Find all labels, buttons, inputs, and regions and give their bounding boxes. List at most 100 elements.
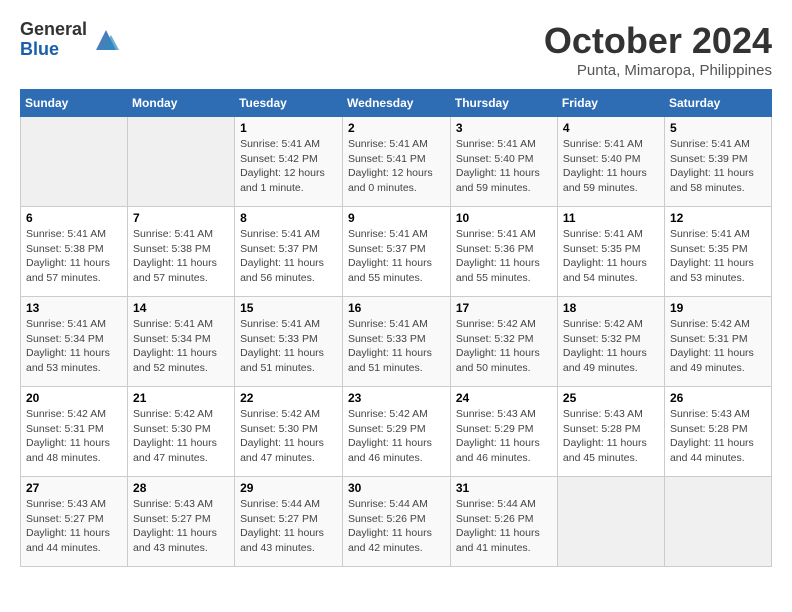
calendar-cell: 1 Sunrise: 5:41 AM Sunset: 5:42 PM Daylig… bbox=[235, 117, 343, 207]
calendar-cell: 29 Sunrise: 5:44 AM Sunset: 5:27 PM Dayli… bbox=[235, 477, 343, 567]
day-number: 26 bbox=[670, 391, 766, 405]
logo-icon bbox=[91, 25, 121, 55]
day-number: 14 bbox=[133, 301, 229, 315]
day-info: Sunrise: 5:41 AM Sunset: 5:35 PM Dayligh… bbox=[670, 227, 766, 286]
day-number: 4 bbox=[563, 121, 659, 135]
calendar-cell: 18 Sunrise: 5:42 AM Sunset: 5:32 PM Dayli… bbox=[557, 297, 664, 387]
calendar-cell: 12Sunrise: 5:41 AM Sunset: 5:35 PM Dayli… bbox=[664, 207, 771, 297]
title-block: October 2024 Punta, Mimaropa, Philippine… bbox=[544, 20, 772, 79]
calendar-cell: 3 Sunrise: 5:41 AM Sunset: 5:40 PM Daylig… bbox=[450, 117, 557, 207]
calendar-cell bbox=[21, 117, 128, 207]
main-title: October 2024 bbox=[544, 20, 772, 62]
calendar-cell: 8 Sunrise: 5:41 AM Sunset: 5:37 PM Daylig… bbox=[235, 207, 343, 297]
day-info: Sunrise: 5:42 AM Sunset: 5:31 PM Dayligh… bbox=[670, 317, 766, 376]
calendar-cell: 5 Sunrise: 5:41 AM Sunset: 5:39 PM Daylig… bbox=[664, 117, 771, 207]
day-number: 21 bbox=[133, 391, 229, 405]
calendar-cell: 14 Sunrise: 5:41 AM Sunset: 5:34 PM Dayli… bbox=[128, 297, 235, 387]
day-number: 11 bbox=[563, 211, 659, 225]
day-number: 25 bbox=[563, 391, 659, 405]
header-friday: Friday bbox=[557, 90, 664, 117]
day-info: Sunrise: 5:41 AM Sunset: 5:38 PM Dayligh… bbox=[133, 227, 229, 286]
day-info: Sunrise: 5:41 AM Sunset: 5:42 PM Dayligh… bbox=[240, 137, 337, 196]
day-number: 1 bbox=[240, 121, 337, 135]
calendar-cell: 19 Sunrise: 5:42 AM Sunset: 5:31 PM Dayli… bbox=[664, 297, 771, 387]
day-number: 24 bbox=[456, 391, 552, 405]
day-number: 28 bbox=[133, 481, 229, 495]
day-number: 18 bbox=[563, 301, 659, 315]
day-info: Sunrise: 5:41 AM Sunset: 5:36 PM Dayligh… bbox=[456, 227, 552, 286]
calendar-cell: 11Sunrise: 5:41 AM Sunset: 5:35 PM Dayli… bbox=[557, 207, 664, 297]
calendar-cell: 9 Sunrise: 5:41 AM Sunset: 5:37 PM Daylig… bbox=[342, 207, 450, 297]
header-sunday: Sunday bbox=[21, 90, 128, 117]
day-info: Sunrise: 5:42 AM Sunset: 5:32 PM Dayligh… bbox=[456, 317, 552, 376]
day-info: Sunrise: 5:43 AM Sunset: 5:28 PM Dayligh… bbox=[670, 407, 766, 466]
calendar-cell: 22 Sunrise: 5:42 AM Sunset: 5:30 PM Dayli… bbox=[235, 387, 343, 477]
day-info: Sunrise: 5:41 AM Sunset: 5:37 PM Dayligh… bbox=[240, 227, 337, 286]
header-thursday: Thursday bbox=[450, 90, 557, 117]
calendar-cell bbox=[128, 117, 235, 207]
calendar-cell: 2 Sunrise: 5:41 AM Sunset: 5:41 PM Daylig… bbox=[342, 117, 450, 207]
day-info: Sunrise: 5:42 AM Sunset: 5:32 PM Dayligh… bbox=[563, 317, 659, 376]
day-info: Sunrise: 5:43 AM Sunset: 5:27 PM Dayligh… bbox=[26, 497, 122, 556]
calendar-week-4: 20Sunrise: 5:42 AM Sunset: 5:31 PM Dayli… bbox=[21, 387, 772, 477]
day-number: 9 bbox=[348, 211, 445, 225]
header-tuesday: Tuesday bbox=[235, 90, 343, 117]
calendar-cell: 20Sunrise: 5:42 AM Sunset: 5:31 PM Dayli… bbox=[21, 387, 128, 477]
calendar-cell: 17Sunrise: 5:42 AM Sunset: 5:32 PM Dayli… bbox=[450, 297, 557, 387]
day-info: Sunrise: 5:44 AM Sunset: 5:26 PM Dayligh… bbox=[456, 497, 552, 556]
day-number: 5 bbox=[670, 121, 766, 135]
calendar-cell: 24 Sunrise: 5:43 AM Sunset: 5:29 PM Dayli… bbox=[450, 387, 557, 477]
day-number: 22 bbox=[240, 391, 337, 405]
day-info: Sunrise: 5:41 AM Sunset: 5:34 PM Dayligh… bbox=[133, 317, 229, 376]
calendar-header-row: SundayMondayTuesdayWednesdayThursdayFrid… bbox=[21, 90, 772, 117]
day-info: Sunrise: 5:43 AM Sunset: 5:27 PM Dayligh… bbox=[133, 497, 229, 556]
day-info: Sunrise: 5:41 AM Sunset: 5:41 PM Dayligh… bbox=[348, 137, 445, 196]
day-number: 7 bbox=[133, 211, 229, 225]
calendar-cell: 15Sunrise: 5:41 AM Sunset: 5:33 PM Dayli… bbox=[235, 297, 343, 387]
calendar-cell: 16Sunrise: 5:41 AM Sunset: 5:33 PM Dayli… bbox=[342, 297, 450, 387]
calendar-cell: 25Sunrise: 5:43 AM Sunset: 5:28 PM Dayli… bbox=[557, 387, 664, 477]
header-wednesday: Wednesday bbox=[342, 90, 450, 117]
calendar-table: SundayMondayTuesdayWednesdayThursdayFrid… bbox=[20, 89, 772, 567]
day-info: Sunrise: 5:41 AM Sunset: 5:40 PM Dayligh… bbox=[456, 137, 552, 196]
day-number: 30 bbox=[348, 481, 445, 495]
calendar-cell: 28 Sunrise: 5:43 AM Sunset: 5:27 PM Dayli… bbox=[128, 477, 235, 567]
day-info: Sunrise: 5:42 AM Sunset: 5:29 PM Dayligh… bbox=[348, 407, 445, 466]
calendar-cell: 27 Sunrise: 5:43 AM Sunset: 5:27 PM Dayli… bbox=[21, 477, 128, 567]
day-number: 31 bbox=[456, 481, 552, 495]
calendar-week-3: 13 Sunrise: 5:41 AM Sunset: 5:34 PM Dayli… bbox=[21, 297, 772, 387]
header-monday: Monday bbox=[128, 90, 235, 117]
logo-blue-text: Blue bbox=[20, 40, 87, 60]
day-number: 13 bbox=[26, 301, 122, 315]
day-number: 6 bbox=[26, 211, 122, 225]
day-number: 27 bbox=[26, 481, 122, 495]
day-info: Sunrise: 5:41 AM Sunset: 5:39 PM Dayligh… bbox=[670, 137, 766, 196]
day-number: 23 bbox=[348, 391, 445, 405]
day-info: Sunrise: 5:42 AM Sunset: 5:30 PM Dayligh… bbox=[240, 407, 337, 466]
calendar-cell: 26 Sunrise: 5:43 AM Sunset: 5:28 PM Dayli… bbox=[664, 387, 771, 477]
calendar-cell: 4 Sunrise: 5:41 AM Sunset: 5:40 PM Daylig… bbox=[557, 117, 664, 207]
day-number: 10 bbox=[456, 211, 552, 225]
day-number: 2 bbox=[348, 121, 445, 135]
calendar-cell bbox=[664, 477, 771, 567]
day-number: 29 bbox=[240, 481, 337, 495]
calendar-cell: 21 Sunrise: 5:42 AM Sunset: 5:30 PM Dayli… bbox=[128, 387, 235, 477]
calendar-cell: 31 Sunrise: 5:44 AM Sunset: 5:26 PM Dayli… bbox=[450, 477, 557, 567]
calendar-week-1: 1 Sunrise: 5:41 AM Sunset: 5:42 PM Daylig… bbox=[21, 117, 772, 207]
calendar-cell: 6Sunrise: 5:41 AM Sunset: 5:38 PM Daylig… bbox=[21, 207, 128, 297]
day-info: Sunrise: 5:41 AM Sunset: 5:37 PM Dayligh… bbox=[348, 227, 445, 286]
logo: General Blue bbox=[20, 20, 121, 60]
day-number: 3 bbox=[456, 121, 552, 135]
day-info: Sunrise: 5:43 AM Sunset: 5:29 PM Dayligh… bbox=[456, 407, 552, 466]
calendar-cell: 10 Sunrise: 5:41 AM Sunset: 5:36 PM Dayli… bbox=[450, 207, 557, 297]
day-number: 8 bbox=[240, 211, 337, 225]
calendar-week-2: 6 Sunrise: 5:41 AM Sunset: 5:38 PM Daylig… bbox=[21, 207, 772, 297]
day-info: Sunrise: 5:44 AM Sunset: 5:26 PM Dayligh… bbox=[348, 497, 445, 556]
day-info: Sunrise: 5:41 AM Sunset: 5:33 PM Dayligh… bbox=[240, 317, 337, 376]
day-info: Sunrise: 5:41 AM Sunset: 5:40 PM Dayligh… bbox=[563, 137, 659, 196]
day-info: Sunrise: 5:44 AM Sunset: 5:27 PM Dayligh… bbox=[240, 497, 337, 556]
subtitle: Punta, Mimaropa, Philippines bbox=[544, 62, 772, 79]
day-info: Sunrise: 5:41 AM Sunset: 5:34 PM Dayligh… bbox=[26, 317, 122, 376]
day-info: Sunrise: 5:42 AM Sunset: 5:30 PM Dayligh… bbox=[133, 407, 229, 466]
day-number: 19 bbox=[670, 301, 766, 315]
